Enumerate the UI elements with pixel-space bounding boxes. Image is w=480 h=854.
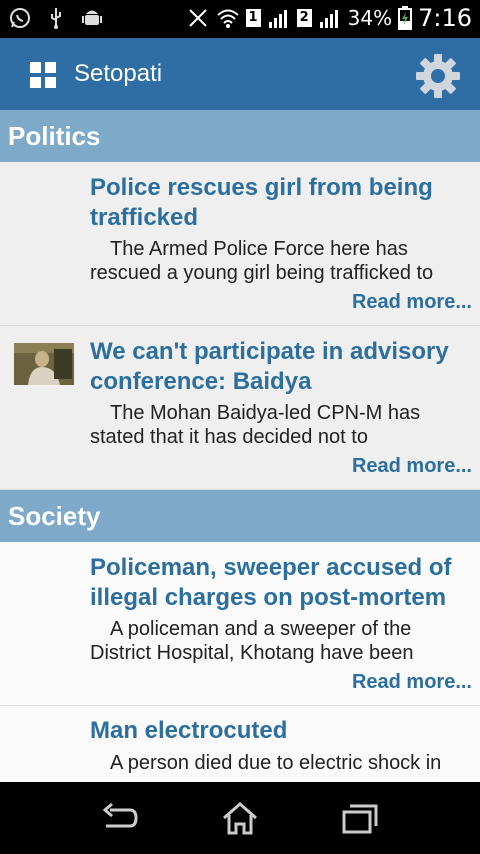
read-more-link[interactable]: Read more... [352, 290, 472, 314]
signal-strength-icon [319, 10, 338, 28]
article-title[interactable]: Policeman, sweeper accused of illegal ch… [90, 553, 470, 613]
no-signal-icon [188, 9, 207, 27]
usb-icon [51, 8, 61, 29]
sim2-badge: 2 [296, 9, 312, 27]
navigation-bar [0, 782, 480, 854]
battery-percent: 34% [347, 6, 393, 30]
signal-strength-icon [268, 10, 287, 28]
action-bar: Setopati [0, 38, 480, 110]
app-title: Setopati [74, 60, 163, 87]
news-list[interactable]: Politics Police rescues girl from being … [0, 110, 480, 782]
clock: 7:16 [418, 4, 472, 32]
article-thumbnail [14, 343, 74, 385]
recent-apps-icon[interactable] [340, 800, 380, 836]
app-grid-icon[interactable] [30, 62, 56, 88]
battery-charging-icon [398, 6, 413, 30]
article-title[interactable]: Man electrocuted [90, 716, 470, 746]
article-item[interactable]: Policeman, sweeper accused of illegal ch… [0, 542, 480, 706]
whatsapp-icon [10, 8, 30, 28]
article-title[interactable]: We can't participate in advisory confere… [90, 337, 470, 397]
settings-gear-icon[interactable] [414, 52, 462, 100]
android-debug-icon [82, 10, 102, 25]
read-more-link[interactable]: Read more... [352, 670, 472, 694]
home-icon[interactable] [220, 800, 260, 836]
article-summary: A person died due to electric shock in [110, 752, 442, 774]
article-item[interactable]: Police rescues girl from being trafficke… [0, 162, 480, 326]
back-icon[interactable] [100, 800, 140, 836]
article-item[interactable]: We can't participate in advisory confere… [0, 326, 480, 490]
article-summary: The Armed Police Force here has rescued … [90, 238, 434, 284]
section-header-politics: Politics [0, 110, 480, 162]
status-bar: 1 2 34% 7:16 [0, 0, 480, 38]
article-summary: A policeman and a sweeper of the Distric… [90, 618, 414, 664]
section-header-society: Society [0, 490, 480, 542]
wifi-icon [216, 9, 239, 28]
sim1-badge: 1 [245, 9, 261, 27]
article-summary: The Mohan Baidya-led CPN-M has stated th… [90, 402, 421, 448]
read-more-link[interactable]: Read more... [352, 454, 472, 478]
article-title[interactable]: Police rescues girl from being trafficke… [90, 173, 470, 233]
article-item[interactable]: Man electrocuted A person died due to el… [0, 706, 480, 782]
